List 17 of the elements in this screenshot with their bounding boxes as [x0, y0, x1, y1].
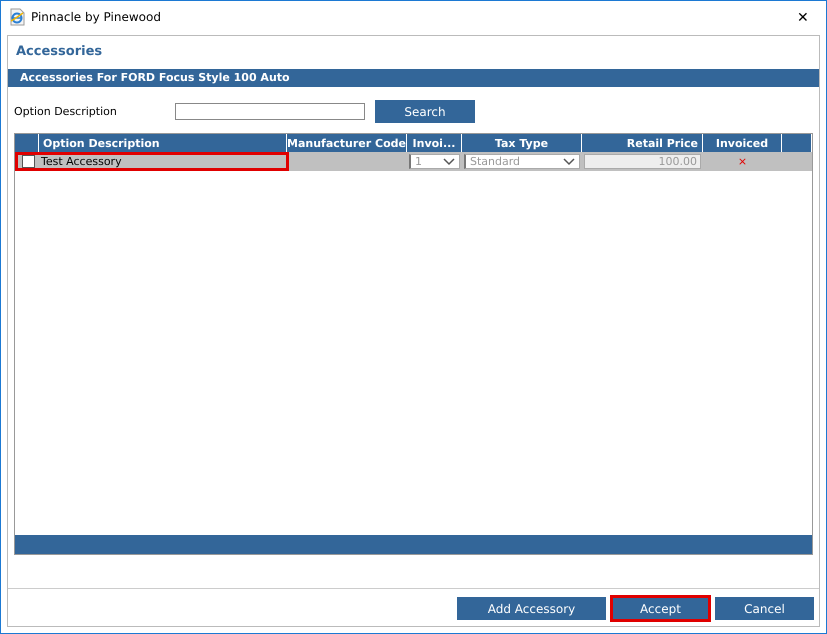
- dialog-button[interactable]: Accept: [612, 597, 709, 620]
- column-header: Option Description: [39, 134, 287, 152]
- search-button[interactable]: Search: [375, 100, 475, 123]
- dialog-button[interactable]: Add Accessory: [457, 597, 606, 620]
- app-icon: [9, 8, 25, 26]
- table-cell-text: Test Accessory: [40, 154, 123, 170]
- dialog-button[interactable]: Cancel: [715, 597, 814, 620]
- close-button[interactable]: ✕: [788, 3, 818, 31]
- field-label: Option Description: [14, 105, 118, 118]
- row-checkbox[interactable]: [22, 155, 35, 168]
- chevron-down-icon: [563, 158, 575, 166]
- page-heading: Accessories: [15, 43, 104, 61]
- invoiced-mark: ×: [736, 154, 748, 170]
- window-title: Pinnacle by Pinewood: [31, 10, 162, 24]
- section-bar: Accessories For FORD Focus Style 100 Auto: [8, 69, 819, 87]
- chevron-down-icon: [443, 158, 455, 166]
- search-field[interactable]: [175, 103, 365, 120]
